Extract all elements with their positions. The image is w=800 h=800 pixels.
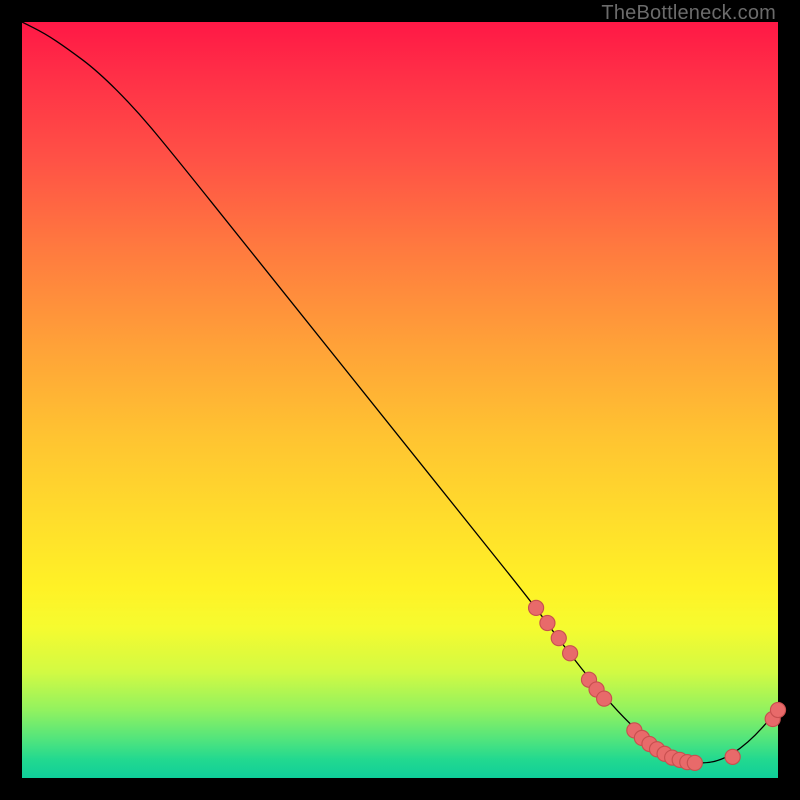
data-marker [529, 600, 544, 615]
data-marker [770, 702, 785, 717]
chart-svg [22, 22, 778, 778]
data-marker [687, 755, 702, 770]
plot-area [22, 22, 778, 778]
marker-layer [529, 600, 786, 770]
data-marker [540, 615, 555, 630]
data-marker [725, 749, 740, 764]
data-marker [563, 646, 578, 661]
chart-stage: TheBottleneck.com [0, 0, 800, 800]
data-marker [551, 631, 566, 646]
data-marker [597, 691, 612, 706]
bottleneck-curve [22, 22, 778, 763]
